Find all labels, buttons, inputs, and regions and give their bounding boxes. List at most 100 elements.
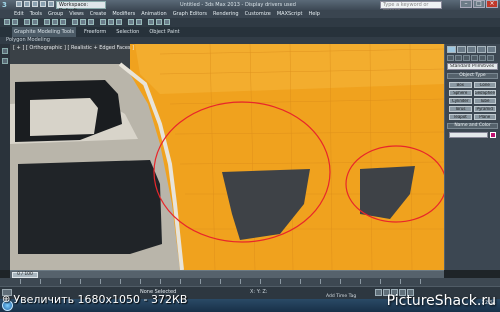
- select-by-name-icon[interactable]: [52, 19, 58, 25]
- viewport-label[interactable]: [ + ] [ Orthographic ] [ Realistic + Edg…: [13, 45, 134, 51]
- move-icon[interactable]: [72, 19, 78, 25]
- percent-snap-icon[interactable]: [116, 19, 122, 25]
- sphere-button[interactable]: Sphere: [449, 90, 472, 96]
- box-button[interactable]: Box: [449, 82, 472, 88]
- layout-icon[interactable]: [2, 58, 8, 64]
- geosphere-button[interactable]: GeoSphere: [473, 90, 496, 96]
- maximize-button[interactable]: □: [473, 0, 485, 8]
- rectangle-select-icon[interactable]: [60, 19, 66, 25]
- viewport-layout-strip: [0, 44, 10, 270]
- object-type-rollout[interactable]: Object Type: [447, 73, 498, 79]
- name-color-rollout[interactable]: Name and Color: [447, 123, 498, 129]
- ribbon-tabs: Graphite Modeling Tools Freeform Selecti…: [12, 27, 182, 37]
- motion-tab-icon[interactable]: [477, 46, 486, 53]
- tube-button[interactable]: Tube: [473, 98, 496, 104]
- menu-edit[interactable]: Edit: [14, 10, 24, 18]
- menu-create[interactable]: Create: [90, 10, 107, 18]
- menu-tools[interactable]: Tools: [30, 10, 42, 18]
- quick-access-toolbar: [16, 1, 54, 9]
- window-title: Untitled - 3ds Max 2013 - Display driver…: [180, 2, 296, 8]
- tab-freeform[interactable]: Freeform: [82, 27, 108, 37]
- geometry-icon[interactable]: [447, 55, 454, 61]
- unlink-icon[interactable]: [32, 19, 38, 25]
- rotate-icon[interactable]: [80, 19, 86, 25]
- menu-group[interactable]: Group: [48, 10, 63, 18]
- display-tab-icon[interactable]: [487, 46, 496, 53]
- hierarchy-tab-icon[interactable]: [467, 46, 476, 53]
- menu-animation[interactable]: Animation: [141, 10, 167, 18]
- align-icon[interactable]: [136, 19, 142, 25]
- spacewarps-icon[interactable]: [487, 55, 494, 61]
- angle-snap-icon[interactable]: [108, 19, 114, 25]
- menu-customize[interactable]: Customize: [245, 10, 271, 18]
- modify-tab-icon[interactable]: [457, 46, 466, 53]
- cone-button[interactable]: Cone: [473, 82, 496, 88]
- primitive-type-dropdown[interactable]: Standard Primitives: [447, 63, 498, 70]
- title-bar: 3 Workspace: Default Untitled - 3ds Max …: [0, 0, 500, 14]
- menu-modifiers[interactable]: Modifiers: [112, 10, 135, 18]
- cylinder-button[interactable]: Cylinder: [449, 98, 472, 104]
- torus-button[interactable]: Torus: [449, 106, 472, 112]
- menu-maxscript[interactable]: MAXScript: [277, 10, 303, 18]
- menu-graph-editors[interactable]: Graph Editors: [173, 10, 207, 18]
- teapot-button[interactable]: Teapot: [449, 114, 472, 120]
- object-name-field[interactable]: [449, 132, 488, 138]
- image-host-overlay: ⊕ Увеличить 1680x1050 - 372КВ PictureSha…: [0, 291, 500, 312]
- viewport[interactable]: [ + ] [ Orthographic ] [ Realistic + Edg…: [10, 44, 444, 270]
- object-color-swatch[interactable]: [490, 132, 496, 138]
- redo-icon[interactable]: [48, 1, 54, 7]
- ribbon: Graphite Modeling Tools Freeform Selecti…: [0, 27, 500, 37]
- ribbon-panel: Polygon Modeling: [0, 37, 500, 44]
- undo-icon[interactable]: [4, 19, 10, 25]
- viewport-render: [10, 44, 444, 270]
- create-category-row: [445, 55, 500, 63]
- object-type-buttons: Box Cone Sphere GeoSphere Cylinder Tube …: [445, 80, 500, 122]
- tab-object-paint[interactable]: Object Paint: [147, 27, 181, 37]
- tab-graphite-modeling[interactable]: Graphite Modeling Tools: [12, 27, 77, 37]
- menu-help[interactable]: Help: [309, 10, 320, 18]
- magnifier-icon: ⊕: [2, 294, 11, 305]
- redo-icon[interactable]: [12, 19, 18, 25]
- name-color-row: [445, 130, 500, 140]
- app-window: 3 Workspace: Default Untitled - 3ds Max …: [0, 0, 500, 312]
- app-logo[interactable]: 3: [2, 1, 12, 9]
- menu-bar: Edit Tools Group Views Create Modifiers …: [0, 10, 500, 18]
- timeline[interactable]: 0 / 100: [10, 270, 444, 278]
- watermark: PictureShack.ru: [386, 293, 496, 309]
- scale-icon[interactable]: [88, 19, 94, 25]
- command-panel-tabs: [445, 44, 500, 55]
- snap-icon[interactable]: [100, 19, 106, 25]
- create-tab-icon[interactable]: [447, 46, 456, 53]
- workspace-dropdown[interactable]: Workspace: Default: [56, 1, 106, 14]
- undo-icon[interactable]: [40, 1, 46, 7]
- menu-rendering[interactable]: Rendering: [213, 10, 239, 18]
- minimize-button[interactable]: –: [460, 0, 472, 8]
- open-file-icon[interactable]: [24, 1, 30, 7]
- window-controls: – □ ×: [460, 0, 498, 8]
- menu-views[interactable]: Views: [69, 10, 83, 18]
- render-setup-icon[interactable]: [156, 19, 162, 25]
- link-icon[interactable]: [24, 19, 30, 25]
- material-editor-icon[interactable]: [148, 19, 154, 25]
- select-icon[interactable]: [44, 19, 50, 25]
- shapes-icon[interactable]: [455, 55, 462, 61]
- mirror-icon[interactable]: [128, 19, 134, 25]
- layout-icon[interactable]: [2, 48, 8, 54]
- cameras-icon[interactable]: [471, 55, 478, 61]
- main-toolbar: [0, 18, 500, 27]
- close-button[interactable]: ×: [486, 0, 498, 8]
- tab-selection[interactable]: Selection: [114, 27, 141, 37]
- new-file-icon[interactable]: [16, 1, 22, 7]
- zoom-caption[interactable]: ⊕ Увеличить 1680x1050 - 372КВ: [2, 293, 187, 306]
- render-icon[interactable]: [164, 19, 170, 25]
- plane-button[interactable]: Plane: [473, 114, 496, 120]
- polygon-modeling-panel[interactable]: Polygon Modeling: [6, 37, 50, 44]
- helpers-icon[interactable]: [479, 55, 486, 61]
- command-panel: Standard Primitives Object Type Box Cone…: [444, 44, 500, 270]
- pyramid-button[interactable]: Pyramid: [473, 106, 496, 112]
- save-file-icon[interactable]: [32, 1, 38, 7]
- search-input[interactable]: Type a keyword or phrase: [380, 1, 442, 14]
- lights-icon[interactable]: [463, 55, 470, 61]
- track-bar[interactable]: [0, 278, 500, 286]
- zoom-caption-text: Увеличить 1680x1050 - 372КВ: [13, 293, 188, 306]
